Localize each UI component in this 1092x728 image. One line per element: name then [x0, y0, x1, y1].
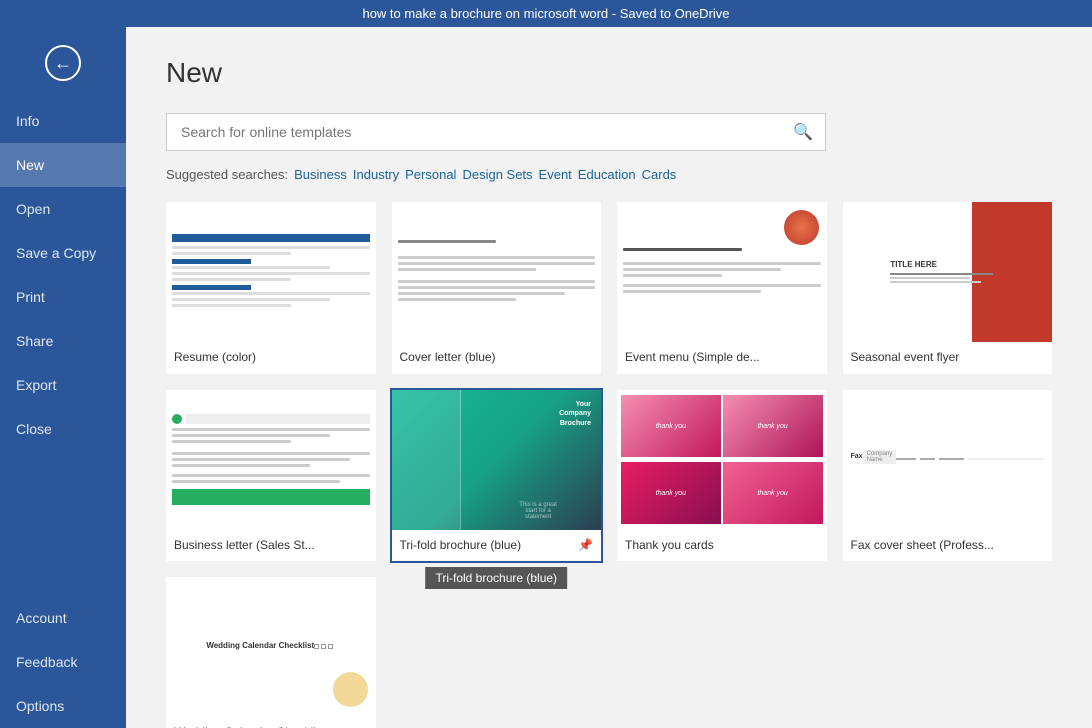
template-wrapper-fax: Fax Company Name: [843, 390, 1053, 562]
template-thumb-cover: [392, 202, 602, 342]
template-thumb-resume: [166, 202, 376, 342]
template-label-event: Event menu (Simple de...: [617, 342, 827, 374]
title-bar: how to make a brochure on microsoft word…: [0, 0, 1092, 27]
page-title: New: [166, 57, 1052, 89]
template-wrapper-resume: Resume (color): [166, 202, 376, 374]
search-bar: 🔍: [166, 113, 826, 151]
template-wrapper-bizletter: Business letter (Sales St...: [166, 390, 376, 562]
template-card-flyer[interactable]: TITLE HERE Seasonal event flyer: [843, 202, 1053, 374]
suggested-link-design-sets[interactable]: Design Sets: [462, 167, 532, 182]
suggested-link-event[interactable]: Event: [539, 167, 572, 182]
template-label-trifold: Tri-fold brochure (blue) 📌: [392, 530, 602, 562]
template-wrapper-flyer: TITLE HERE Seasonal event flyer: [843, 202, 1053, 374]
template-thumb-event: [617, 202, 827, 342]
template-wrapper-thankyou: thank you thank you thank you thank you …: [617, 390, 827, 562]
template-thumb-trifold: YourCompanyBrochure This is a greatstart…: [392, 390, 602, 530]
template-wrapper-event: Event menu (Simple de...: [617, 202, 827, 374]
template-card-cover[interactable]: Cover letter (blue): [392, 202, 602, 374]
template-thumb-bizletter: [166, 390, 376, 530]
template-card-event[interactable]: Event menu (Simple de...: [617, 202, 827, 374]
template-wrapper-cover: Cover letter (blue): [392, 202, 602, 374]
sidebar-divider: [0, 451, 126, 596]
pin-icon: 📌: [578, 538, 593, 554]
template-label-resume: Resume (color): [166, 342, 376, 374]
sidebar-item-new[interactable]: New: [0, 143, 126, 187]
template-thumb-thankyou: thank you thank you thank you thank you: [617, 390, 827, 530]
back-circle-icon: ←: [45, 45, 81, 81]
sidebar-item-export[interactable]: Export: [0, 363, 126, 407]
template-grid: Resume (color): [166, 202, 1052, 728]
template-card-wedding[interactable]: Wedding Calendar Checklist: [166, 577, 376, 728]
template-card-thankyou[interactable]: thank you thank you thank you thank you …: [617, 390, 827, 562]
suggested-searches: Suggested searches: Business Industry Pe…: [166, 167, 1052, 182]
template-wrapper-wedding: Wedding Calendar Checklist: [166, 577, 376, 728]
sidebar: ← Info New Open Save a Copy Print Share …: [0, 27, 126, 728]
template-card-trifold[interactable]: YourCompanyBrochure This is a greatstart…: [392, 390, 602, 562]
sidebar-item-options[interactable]: Options: [0, 684, 126, 728]
title-bar-text: how to make a brochure on microsoft word…: [362, 6, 729, 21]
suggested-link-business[interactable]: Business: [294, 167, 347, 182]
suggested-link-personal[interactable]: Personal: [405, 167, 456, 182]
template-label-flyer: Seasonal event flyer: [843, 342, 1053, 374]
template-card-bizletter[interactable]: Business letter (Sales St...: [166, 390, 376, 562]
template-thumb-wedding: Wedding Calendar Checklist: [166, 577, 376, 717]
main-content: New 🔍 Suggested searches: Business Indus…: [126, 27, 1092, 728]
template-wrapper-trifold: YourCompanyBrochure This is a greatstart…: [392, 390, 602, 562]
template-label-bizletter: Business letter (Sales St...: [166, 530, 376, 562]
suggested-link-industry[interactable]: Industry: [353, 167, 399, 182]
sidebar-item-info[interactable]: Info: [0, 99, 126, 143]
suggested-link-cards[interactable]: Cards: [642, 167, 677, 182]
sidebar-item-open[interactable]: Open: [0, 187, 126, 231]
template-label-fax: Fax cover sheet (Profess...: [843, 530, 1053, 562]
back-button[interactable]: ←: [0, 27, 126, 99]
trifold-tooltip: Tri-fold brochure (blue): [425, 567, 567, 589]
template-thumb-flyer: TITLE HERE: [843, 202, 1053, 342]
sidebar-item-close[interactable]: Close: [0, 407, 126, 451]
template-card-fax[interactable]: Fax Company Name: [843, 390, 1053, 562]
suggested-label: Suggested searches:: [166, 167, 288, 182]
search-button[interactable]: 🔍: [781, 114, 825, 150]
sidebar-item-print[interactable]: Print: [0, 275, 126, 319]
template-card-resume[interactable]: Resume (color): [166, 202, 376, 374]
template-label-wedding: Wedding Calendar Checklist: [166, 717, 376, 728]
sidebar-item-save-copy[interactable]: Save a Copy: [0, 231, 126, 275]
search-input[interactable]: [167, 114, 781, 150]
sidebar-item-feedback[interactable]: Feedback: [0, 640, 126, 684]
sidebar-item-account[interactable]: Account: [0, 596, 126, 640]
template-thumb-fax: Fax Company Name: [843, 390, 1053, 530]
app-body: ← Info New Open Save a Copy Print Share …: [0, 27, 1092, 728]
sidebar-item-share[interactable]: Share: [0, 319, 126, 363]
suggested-link-education[interactable]: Education: [578, 167, 636, 182]
template-label-cover: Cover letter (blue): [392, 342, 602, 374]
template-label-thankyou: Thank you cards: [617, 530, 827, 562]
